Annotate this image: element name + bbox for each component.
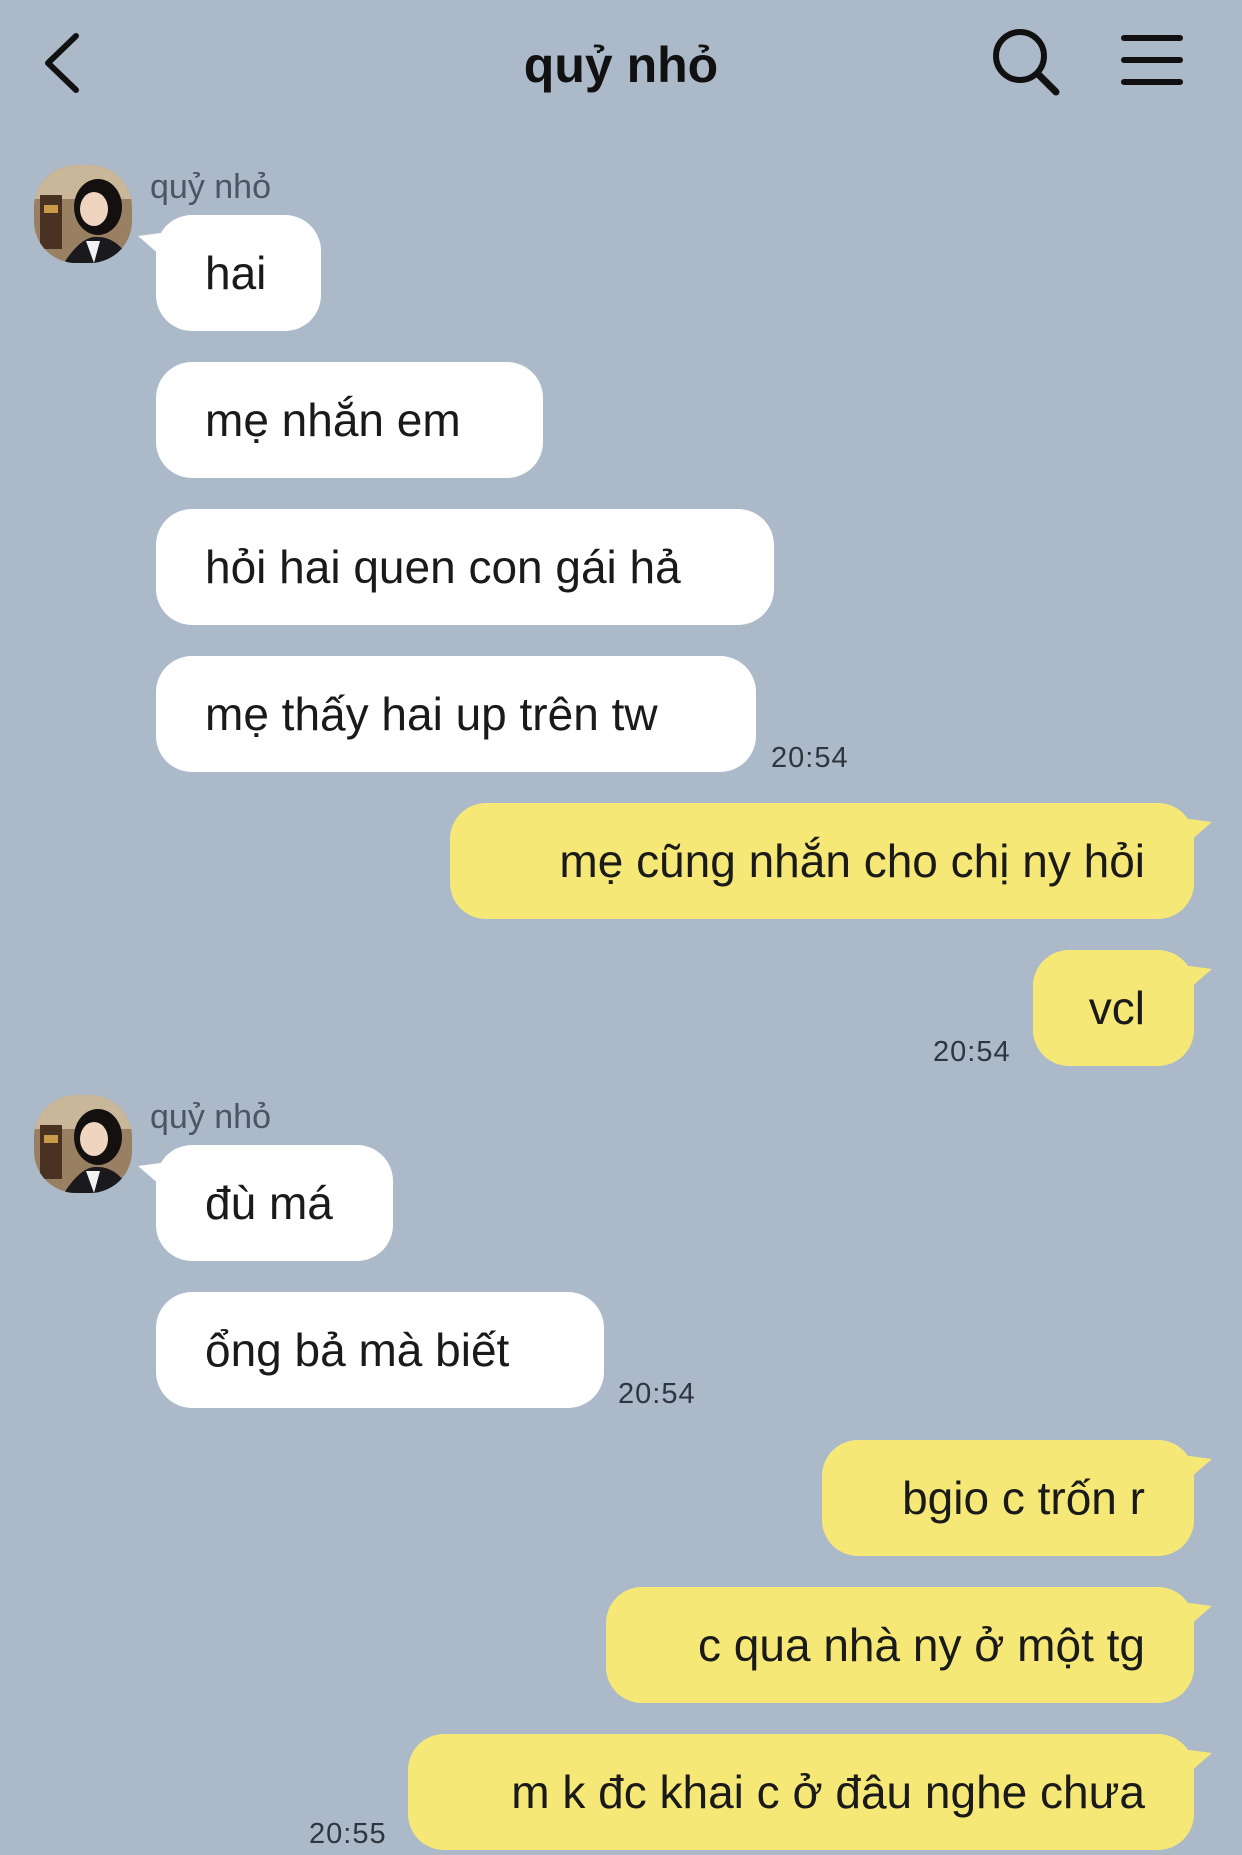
incoming-message[interactable]: mẹ nhắn em [156,362,543,478]
sender-name: quỷ nhỏ [150,168,271,206]
search-icon [993,29,1060,96]
outgoing-message[interactable]: bgio c trốn r [822,1440,1194,1556]
incoming-message[interactable]: đù má [156,1145,393,1261]
incoming-message[interactable]: hai [156,215,321,331]
sender-name: quỷ nhỏ [150,1098,271,1136]
incoming-message[interactable]: mẹ thấy hai up trên tw [156,656,756,772]
chat-header: quỷ nhỏ [0,0,1242,130]
outgoing-message[interactable]: vcl [1033,950,1194,1066]
hamburger-menu-icon [1121,35,1183,85]
profile-photo [34,165,132,263]
message-timestamp: 20:55 [309,1818,387,1850]
menu-button[interactable] [1120,30,1184,90]
outgoing-message[interactable]: mẹ cũng nhắn cho chị ny hỏi [450,803,1194,919]
message-timestamp: 20:54 [933,1036,1011,1068]
incoming-message[interactable]: hỏi hai quen con gái hả [156,509,774,625]
outgoing-message[interactable]: m k đc khai c ở đâu nghe chưa [408,1734,1194,1850]
avatar[interactable] [34,1095,132,1193]
search-button[interactable] [990,26,1062,98]
incoming-message[interactable]: ổng bả mà biết [156,1292,604,1408]
message-timestamp: 20:54 [771,742,849,774]
avatar[interactable] [34,165,132,263]
message-timestamp: 20:54 [618,1378,696,1410]
profile-photo [34,1095,132,1193]
outgoing-message[interactable]: c qua nhà ny ở một tg [606,1587,1194,1703]
